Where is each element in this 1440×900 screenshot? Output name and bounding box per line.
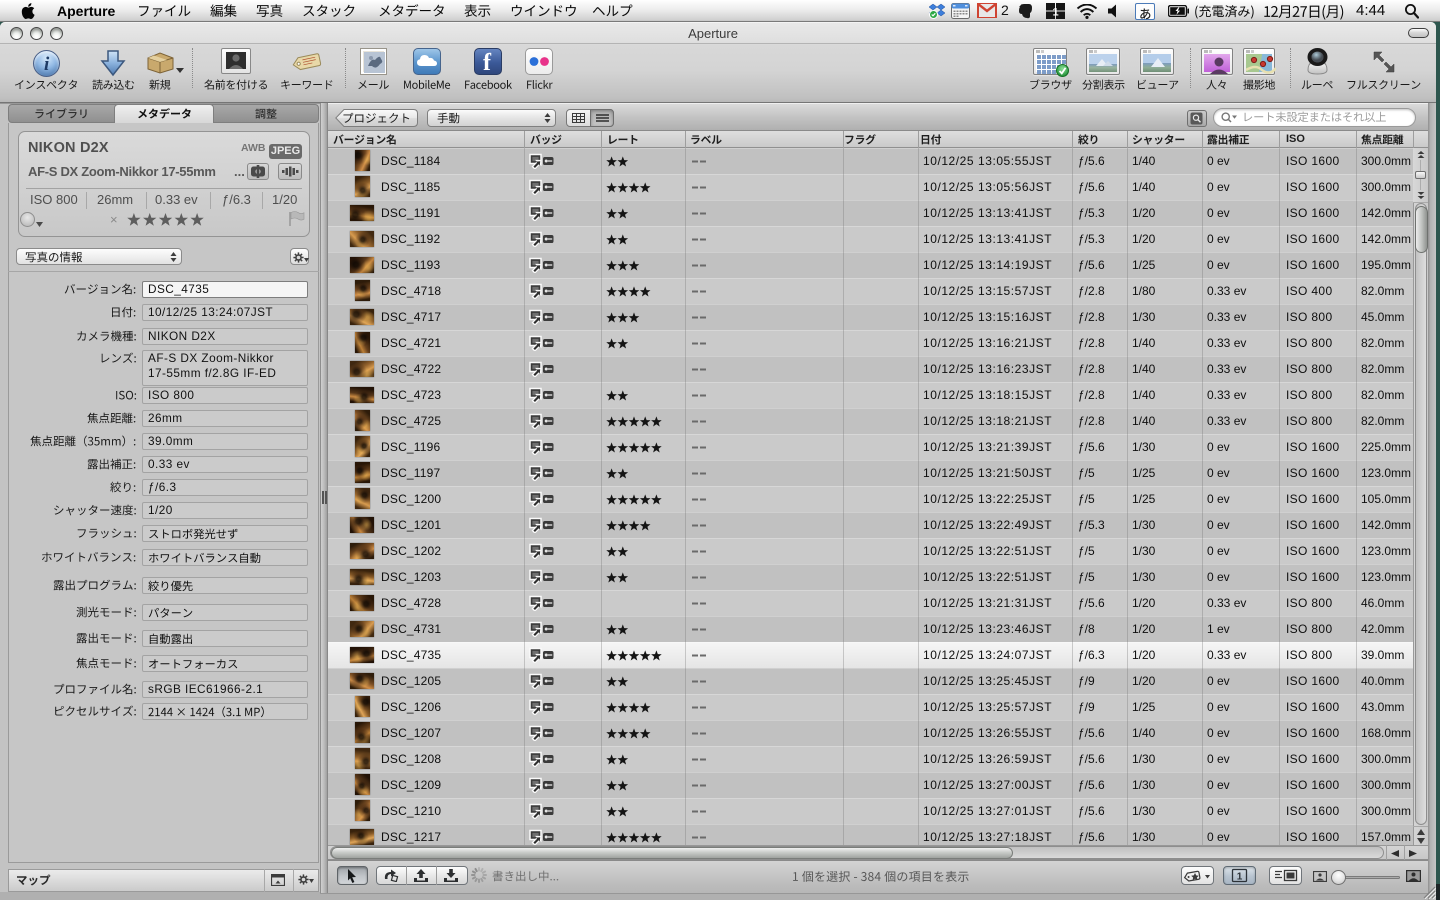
svg-text:1: 1 (1237, 872, 1243, 883)
svg-text:1: 1 (1052, 7, 1058, 19)
